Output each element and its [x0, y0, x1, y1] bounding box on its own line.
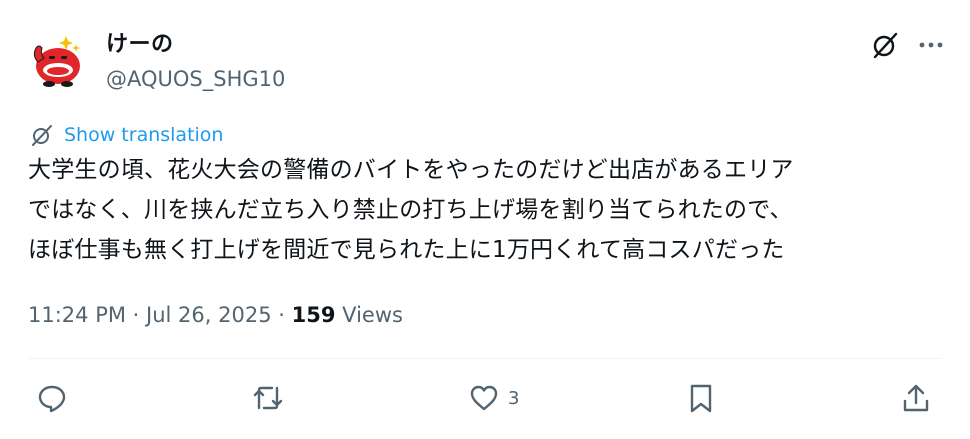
views-label: Views — [342, 303, 403, 327]
user-handle[interactable]: @AQUOS_SHG10 — [106, 64, 285, 94]
tweet-card: けーの @AQUOS_SHG10 Show translation 大学生の頃、… — [0, 0, 970, 439]
retweet-button[interactable] — [250, 376, 294, 420]
tweet-meta: 11:24 PM · Jul 26, 2025 · 159 Views — [28, 300, 403, 330]
translate-icon — [32, 125, 52, 146]
grok-icon — [873, 32, 898, 59]
tweet-date[interactable]: Jul 26, 2025 — [146, 303, 272, 327]
show-translation-link[interactable]: Show translation — [30, 122, 223, 148]
like-button[interactable]: 3 — [468, 376, 519, 420]
top-actions — [870, 30, 944, 60]
show-translation-label: Show translation — [64, 124, 224, 146]
bookmark-button[interactable] — [686, 376, 724, 420]
tweet-time[interactable]: 11:24 PM — [28, 303, 126, 327]
display-name[interactable]: けーの — [106, 30, 285, 60]
views-count[interactable]: 159 — [292, 303, 336, 327]
bookmark-icon — [690, 384, 712, 413]
tweet-text: 大学生の頃、花火大会の警備のバイトをやったのだけど出店があるエリア ではなく、川… — [28, 157, 794, 263]
more-icon — [919, 42, 943, 48]
meta-separator: · — [278, 303, 285, 327]
action-bar: 3 — [28, 376, 942, 420]
avatar[interactable] — [22, 26, 88, 92]
reply-button[interactable] — [36, 376, 76, 420]
meta-separator: · — [132, 303, 140, 327]
like-count: 3 — [508, 387, 520, 409]
author-block: けーの @AQUOS_SHG10 — [106, 30, 285, 94]
more-button[interactable] — [918, 40, 944, 50]
divider — [28, 358, 942, 359]
avatar-image — [22, 26, 88, 92]
share-button[interactable] — [900, 376, 932, 420]
grok-button[interactable] — [870, 30, 900, 60]
like-icon — [470, 385, 498, 411]
reply-icon — [38, 385, 66, 413]
retweet-icon — [253, 386, 283, 410]
share-icon — [903, 384, 929, 412]
